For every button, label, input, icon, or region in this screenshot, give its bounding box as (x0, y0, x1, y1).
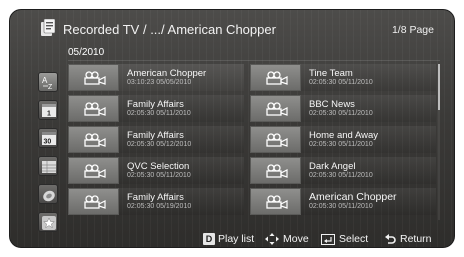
recording-meta: 02:05:30 05/19/2010 (127, 203, 192, 210)
recorded-tv-panel: Recorded TV / .../ American Chopper 1/8 … (9, 9, 455, 248)
scroll-thumb[interactable] (438, 64, 440, 110)
recording-meta: 02:05:30 05/12/2010 (127, 141, 192, 148)
recording-item[interactable]: Home and Away 02:05:30 05/11/2010 (250, 126, 436, 153)
recording-meta: 02:05:30 05/11/2010 (309, 141, 373, 148)
sort-channel-button[interactable]: 1 (38, 100, 58, 120)
recording-title: Dark Angel (309, 161, 356, 172)
sort-channel-icon: 1 (42, 104, 56, 118)
move-arrows-icon (265, 233, 279, 245)
thumbnail (250, 126, 301, 153)
video-camera-icon (266, 102, 288, 116)
sort-schedule-button[interactable] (38, 156, 58, 176)
move-hint[interactable]: Move (265, 232, 309, 246)
recording-title: American Chopper (309, 191, 397, 203)
thumbnail (250, 188, 301, 215)
recording-item[interactable]: Family Affairs 02:05:30 05/11/2010 (68, 95, 244, 122)
sort-genre-button[interactable] (38, 184, 58, 204)
svg-text:Z: Z (48, 84, 53, 91)
video-camera-icon (84, 102, 106, 116)
sort-title-button[interactable]: A Z (38, 72, 58, 92)
video-camera-icon (266, 164, 288, 178)
video-camera-icon (84, 164, 106, 178)
page-title: Recorded TV / .../ American Chopper (63, 22, 276, 37)
sort-genre-icon (43, 190, 55, 202)
footer-help-bar: D Play list Move Select Return (10, 228, 454, 247)
recording-title: QVC Selection (127, 161, 190, 172)
recording-title: American Chopper (127, 68, 207, 79)
video-camera-icon (84, 133, 106, 147)
recording-item[interactable]: QVC Selection 02:05:30 05/11/2010 (68, 157, 244, 184)
recording-item[interactable]: Dark Angel 02:05:30 05/11/2010 (250, 157, 436, 184)
sort-date-icon: 30 (42, 132, 56, 146)
thumbnail (250, 95, 301, 122)
playlist-label: Play list (218, 233, 255, 245)
recording-meta: 03:10:23 05/05/2010 (127, 79, 192, 86)
recording-item[interactable]: Tine Team 02:05:30 05/11/2010 (250, 64, 436, 91)
recording-title: Family Affairs (127, 130, 184, 141)
recording-meta: 02:05:30 05/11/2010 (309, 79, 373, 86)
recording-item[interactable]: BBC News 02:05:30 05/11/2010 (250, 95, 436, 122)
page-indicator: 1/8 Page (391, 24, 434, 36)
recording-title: Tine Team (309, 68, 353, 79)
return-hint[interactable]: Return (385, 232, 432, 246)
playlist-hint[interactable]: D Play list (203, 232, 254, 246)
sort-date-button[interactable]: 30 (38, 128, 58, 148)
video-camera-icon (266, 71, 288, 85)
thumbnail (68, 64, 119, 91)
scrollbar[interactable] (438, 64, 440, 220)
return-label: Return (400, 233, 432, 245)
video-camera-icon (84, 195, 106, 209)
recording-title: Home and Away (309, 130, 379, 141)
select-label: Select (339, 233, 369, 245)
header: Recorded TV / .../ American Chopper 1/8 … (10, 10, 454, 40)
thumbnail (68, 157, 119, 184)
date-group-label: 05/2010 (68, 47, 105, 58)
svg-text:1: 1 (47, 111, 51, 118)
thumbnail (68, 95, 119, 122)
d-key-icon: D (203, 233, 215, 245)
return-arrow-icon (385, 233, 396, 244)
recording-meta: 02:05:30 05/11/2010 (309, 110, 373, 117)
thumbnail (68, 188, 119, 215)
divider (68, 60, 440, 61)
move-label: Move (283, 233, 309, 245)
enter-key-icon (321, 233, 335, 245)
recording-item[interactable]: American Chopper 03:10:23 05/05/2010 (68, 64, 244, 91)
recording-item[interactable]: Family Affairs 02:05:30 05/19/2010 (68, 188, 244, 215)
recording-meta: 02:05:30 05/11/2010 (127, 172, 191, 179)
sort-title-icon: A Z (42, 76, 53, 91)
folder-record-icon (41, 19, 55, 36)
recording-title: BBC News (309, 99, 355, 110)
recording-item[interactable]: Family Affairs 02:05:30 05/12/2010 (68, 126, 244, 153)
recording-meta: 02:05:30 05/11/2010 (309, 203, 373, 210)
video-camera-icon (84, 71, 106, 85)
select-hint[interactable]: Select (321, 232, 368, 246)
svg-text:30: 30 (44, 139, 52, 146)
recording-item[interactable]: American Chopper 02:05:30 05/11/2010 (250, 188, 436, 215)
thumbnail (250, 157, 301, 184)
video-camera-icon (266, 133, 288, 147)
thumbnail (250, 64, 301, 91)
recording-meta: 02:05:30 05/11/2010 (127, 110, 191, 117)
video-camera-icon (266, 195, 288, 209)
recording-title: Family Affairs (127, 192, 184, 203)
recording-meta: 02:05:30 05/11/2010 (309, 172, 373, 179)
thumbnail (68, 126, 119, 153)
sort-schedule-icon (42, 161, 56, 173)
recording-title: Family Affairs (127, 99, 184, 110)
